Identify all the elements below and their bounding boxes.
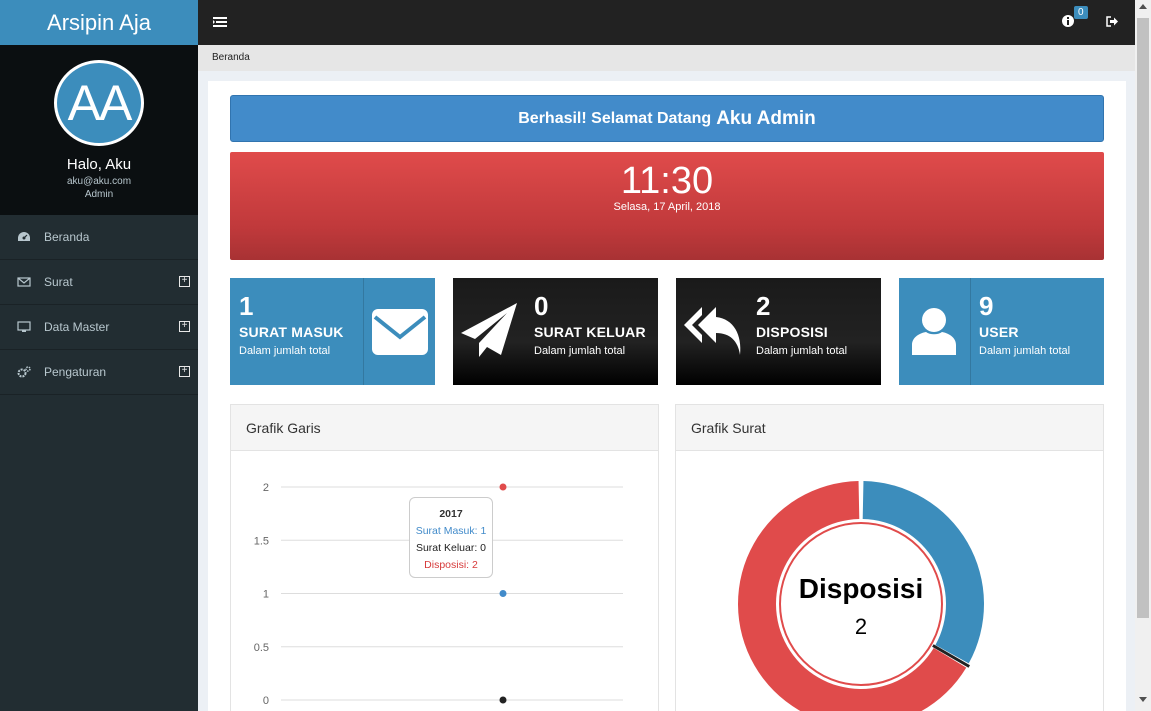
sidebar-toggle-icon[interactable]: [213, 15, 227, 29]
sidebar-item-surat[interactable]: Surat +: [0, 260, 198, 305]
gears-icon: [17, 366, 31, 378]
sidebar: Arsipin Aja AA Halo, Aku aku@aku.com Adm…: [0, 0, 198, 711]
donut-center-value: 2: [855, 614, 867, 639]
y-tick-label: 1: [263, 589, 269, 601]
donut-chart: Disposisi 2: [738, 481, 984, 711]
stat-user[interactable]: 9 USER Dalam jumlah total: [899, 278, 1104, 385]
stat-number: 1: [239, 291, 254, 321]
stat-surat-masuk[interactable]: 1 SURAT MASUK Dalam jumlah total: [230, 278, 435, 385]
panel-title: Grafik Surat: [676, 405, 1103, 451]
top-navbar: 0: [198, 0, 1135, 45]
notification-badge: 0: [1074, 6, 1088, 19]
stat-number: 0: [534, 291, 549, 321]
data-point[interactable]: [499, 483, 507, 491]
desktop-icon: [17, 321, 31, 332]
stat-label: USER: [979, 324, 1019, 340]
expand-icon[interactable]: +: [179, 321, 190, 332]
sidebar-item-label: Surat: [44, 275, 73, 289]
sidebar-item-pengaturan[interactable]: Pengaturan +: [0, 350, 198, 395]
stat-surat-keluar[interactable]: 0 SURAT KELUAR Dalam jumlah total: [453, 278, 658, 385]
breadcrumb: Beranda: [198, 45, 1135, 71]
y-tick-label: 1.5: [254, 535, 269, 547]
breadcrumb-item[interactable]: Beranda: [212, 52, 250, 63]
donut-highlight-ring: [779, 522, 943, 686]
data-point[interactable]: [499, 696, 507, 704]
page-scrollbar[interactable]: [1135, 0, 1151, 711]
welcome-text: Berhasil! Selamat Datang: [518, 109, 712, 127]
donut-chart-panel: Grafik Surat Disposisi 2: [675, 404, 1104, 711]
expand-icon[interactable]: +: [179, 276, 190, 287]
data-point[interactable]: [499, 590, 507, 597]
line-chart: 2 1.5 1 0.5 0: [254, 482, 623, 707]
user-icon: [912, 308, 956, 355]
stat-label: DISPOSISI: [756, 324, 828, 340]
tooltip-line: Disposisi: 2: [424, 559, 478, 571]
tooltip-line: Surat Keluar: 0: [415, 542, 487, 554]
stat-subtext: Dalam jumlah total: [239, 345, 331, 357]
dashboard-icon: [18, 232, 30, 241]
envelope-icon: [372, 309, 428, 355]
sign-out-icon[interactable]: [1106, 16, 1118, 27]
reply-all-icon: [684, 307, 741, 355]
avatar: AA: [54, 60, 144, 146]
envelope-icon: [17, 277, 31, 287]
y-tick-label: 0.5: [254, 642, 269, 654]
sidebar-item-label: Pengaturan: [44, 365, 107, 379]
welcome-alert: Berhasil! Selamat Datang Aku Admin: [230, 95, 1104, 142]
brand-logo[interactable]: Arsipin Aja: [0, 0, 198, 45]
paper-plane-icon: [461, 303, 517, 357]
welcome-name: Aku Admin: [716, 107, 816, 129]
stat-number: 2: [756, 291, 771, 321]
y-tick-label: 2: [263, 482, 269, 494]
scroll-up-icon[interactable]: [1139, 4, 1147, 9]
y-tick-label: 0: [263, 695, 269, 707]
donut-center-label: Disposisi: [799, 573, 923, 604]
stat-disposisi[interactable]: 2 DISPOSISI Dalam jumlah total: [676, 278, 881, 385]
stat-label: SURAT KELUAR: [534, 324, 646, 340]
stat-subtext: Dalam jumlah total: [979, 345, 1071, 357]
scroll-down-icon[interactable]: [1139, 697, 1147, 702]
clock-time: 11:30: [620, 160, 714, 202]
chart-tooltip: 2017 Surat Masuk: 1 Surat Keluar: 0 Disp…: [409, 497, 493, 578]
stat-number: 9: [979, 291, 994, 321]
panel-title: Grafik Garis: [231, 405, 658, 451]
sidebar-item-beranda[interactable]: Beranda: [0, 215, 198, 260]
user-role: Admin: [84, 189, 114, 200]
clock-date: Selasa, 17 April, 2018: [613, 201, 721, 213]
sidebar-item-label: Data Master: [44, 320, 110, 334]
user-greeting: Halo, Aku: [66, 156, 132, 173]
tooltip-year: 2017: [439, 508, 463, 520]
clock-panel: 11:30 Selasa, 17 April, 2018: [230, 152, 1104, 260]
sidebar-item-data-master[interactable]: Data Master +: [0, 305, 198, 350]
scrollbar-thumb[interactable]: [1137, 18, 1149, 618]
user-email: aku@aku.com: [66, 176, 132, 187]
stat-subtext: Dalam jumlah total: [534, 345, 626, 357]
expand-icon[interactable]: +: [179, 366, 190, 377]
sidebar-item-label: Beranda: [44, 230, 90, 244]
stat-label: SURAT MASUK: [239, 324, 344, 340]
user-profile: AA Halo, Aku aku@aku.com Admin: [0, 45, 198, 215]
info-icon[interactable]: [1062, 15, 1074, 27]
stat-subtext: Dalam jumlah total: [756, 345, 848, 357]
tooltip-line: Surat Masuk: 1: [415, 525, 487, 537]
